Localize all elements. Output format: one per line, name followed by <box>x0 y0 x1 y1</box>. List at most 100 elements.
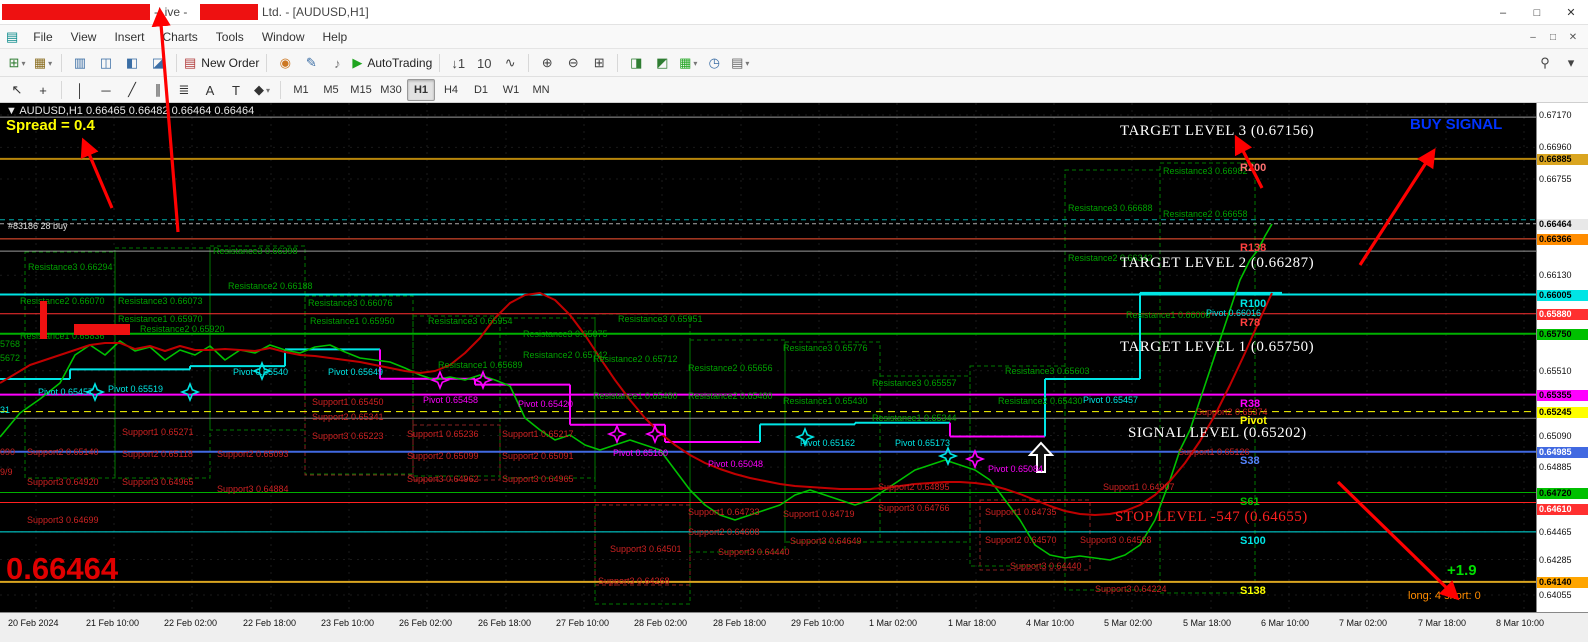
charts-grid-button[interactable]: ▦▾ <box>676 51 700 75</box>
time-tick: 5 Mar 02:00 <box>1104 618 1152 628</box>
label-icon: T <box>232 83 240 98</box>
chart-color-button[interactable]: ◉ <box>273 51 297 75</box>
menu-help[interactable]: Help <box>314 29 357 45</box>
menu-file[interactable]: File <box>24 29 61 45</box>
toolbar-separator <box>61 54 62 72</box>
level-annotation: SIGNAL LEVEL (0.65202) <box>1128 425 1307 442</box>
timeframe-h1[interactable]: H1 <box>407 79 435 101</box>
price-tick: 0.67170 <box>1537 110 1588 121</box>
terminal-button[interactable]: ◪ <box>146 51 170 75</box>
zoom-in-button[interactable]: ⊕ <box>535 51 559 75</box>
menu-window[interactable]: Window <box>253 29 314 45</box>
sr-label: Support1 0.65236 <box>407 429 479 439</box>
shapes-button[interactable]: ◆▾ <box>250 78 274 102</box>
navigator-button[interactable]: ◧ <box>120 51 144 75</box>
price-tick: 0.65750 <box>1537 329 1588 340</box>
close-button[interactable]: ✕ <box>1554 0 1588 25</box>
sr-label: Support3 0.64920 <box>27 477 99 487</box>
sr-label: Support2 0.64895 <box>878 482 950 492</box>
level-annotation: TARGET LEVEL 2 (0.66287) <box>1120 255 1314 272</box>
sr-label: Resistance2 0.65656 <box>688 363 773 373</box>
sr-label: Pivot 0.65540 <box>233 367 288 377</box>
mt4-window: -Live - Ltd. - [AUDUSD,H1] –□✕ ▤ FileVie… <box>0 0 1588 642</box>
toolbar-separator <box>439 54 440 72</box>
time-axis[interactable]: 20 Feb 202421 Feb 10:0022 Feb 02:0022 Fe… <box>0 612 1588 635</box>
vertical-line-tool[interactable]: │ <box>68 78 92 102</box>
indicators-button[interactable]: ↓1 <box>446 51 470 75</box>
child-minimize-button[interactable]: – <box>1524 28 1542 46</box>
toolbar-search-button[interactable]: ⚲ <box>1533 51 1557 75</box>
timeframe-m1[interactable]: M1 <box>287 79 315 101</box>
fibonacci-tool[interactable]: ≣ <box>172 78 196 102</box>
timeframe-m30[interactable]: M30 <box>377 79 405 101</box>
menu-tools[interactable]: Tools <box>207 29 253 45</box>
sr-label: Resistance3 0.65557 <box>872 378 957 388</box>
dropdown-arrow-icon[interactable]: ▾ <box>745 59 749 68</box>
child-restore-button[interactable]: □ <box>1544 28 1562 46</box>
time-tick: 28 Feb 02:00 <box>634 618 687 628</box>
zoom-out-button[interactable]: ⊖ <box>561 51 585 75</box>
sr-label: Resistance1 0.65344 <box>872 413 957 423</box>
dropdown-arrow-icon[interactable]: ▾ <box>266 86 270 95</box>
time-tick: 26 Feb 02:00 <box>399 618 452 628</box>
price-scale[interactable]: 0.671700.669600.668850.667550.664640.663… <box>1536 103 1588 612</box>
alerts-button[interactable]: ♪ <box>325 51 349 75</box>
sr-label: Resistance2 0.65480 <box>688 391 773 401</box>
new-order-button[interactable]: ▤New Order <box>183 51 260 75</box>
timeframe-d1[interactable]: D1 <box>467 79 495 101</box>
sr-label: Pivot 0.65420 <box>518 399 573 409</box>
menu-charts[interactable]: Charts <box>153 29 206 45</box>
profiles-button[interactable]: ▦▾ <box>31 51 55 75</box>
sr-label: Support3 0.64766 <box>878 503 950 513</box>
timeframe-h4[interactable]: H4 <box>437 79 465 101</box>
child-close-button[interactable]: ✕ <box>1564 28 1582 46</box>
crosshair-tool[interactable]: + <box>31 78 55 102</box>
tester-button[interactable]: ◨ <box>624 51 648 75</box>
trendline-tool[interactable]: ╱ <box>120 78 144 102</box>
price-tick: 0.65090 <box>1537 431 1588 442</box>
data-window-button[interactable]: ◫ <box>94 51 118 75</box>
dropdown-arrow-icon[interactable]: ▾ <box>693 59 697 68</box>
r200-line-label: R200 <box>1240 162 1266 174</box>
text-tool[interactable]: A <box>198 78 222 102</box>
cursor-tool[interactable]: ↖ <box>5 78 29 102</box>
sr-label: Support3 0.64440 <box>718 547 790 557</box>
dropdown-arrow-icon[interactable]: ▾ <box>48 59 52 68</box>
menu-right-controls: –□✕ <box>1524 28 1588 46</box>
horizontal-line-tool[interactable]: ─ <box>94 78 118 102</box>
price-tick: 0.64985 <box>1537 447 1588 458</box>
chart-type-button[interactable]: ▤▾ <box>728 51 752 75</box>
collapse-icon[interactable]: ▼ <box>6 105 17 117</box>
periods-button[interactable]: 10 <box>472 51 496 75</box>
autotrading-button[interactable]: ▶AutoTrading <box>351 51 433 75</box>
templates-button[interactable]: ∿ <box>498 51 522 75</box>
toolbar-separator <box>61 81 62 99</box>
price-tick: 0.65510 <box>1537 366 1588 377</box>
maximize-button[interactable]: □ <box>1520 0 1554 25</box>
timeframe-w1[interactable]: W1 <box>497 79 525 101</box>
minimize-button[interactable]: – <box>1486 0 1520 25</box>
session-box <box>1065 170 1160 590</box>
tile-windows-button[interactable]: ⊞ <box>587 51 611 75</box>
menu-insert[interactable]: Insert <box>105 29 153 45</box>
tester-visual-button[interactable]: ◩ <box>650 51 674 75</box>
chart-plot[interactable]: ▼ AUDUSD,H1 0.66465 0.66482 0.66464 0.66… <box>0 103 1536 612</box>
dropdown-arrow-icon[interactable]: ▾ <box>21 59 25 68</box>
market-watch-button[interactable]: ▥ <box>68 51 92 75</box>
r100-line-label: R100 <box>1240 298 1266 310</box>
main-toolbar: ⊞▾▦▾▥◫◧◪▤New Order◉✎♪▶AutoTrading↓110∿⊕⊖… <box>0 49 1588 77</box>
channel-tool[interactable]: ∥ <box>146 78 170 102</box>
label-tool[interactable]: T <box>224 78 248 102</box>
timeframe-mn[interactable]: MN <box>527 79 555 101</box>
time-tick: 7 Mar 18:00 <box>1418 618 1466 628</box>
sr-label: Resistance1 0.66008 <box>1126 310 1211 320</box>
toolbar-more-button[interactable]: ▾ <box>1559 51 1583 75</box>
new-chart-button[interactable]: ⊞▾ <box>5 51 29 75</box>
clock-icon: ◷ <box>709 55 720 71</box>
spread-label: Spread = 0.4 <box>6 117 95 134</box>
timeframe-m5[interactable]: M5 <box>317 79 345 101</box>
clock-button[interactable]: ◷ <box>702 51 726 75</box>
timeframe-m15[interactable]: M15 <box>347 79 375 101</box>
metaeditor-button[interactable]: ✎ <box>299 51 323 75</box>
menu-view[interactable]: View <box>62 29 106 45</box>
